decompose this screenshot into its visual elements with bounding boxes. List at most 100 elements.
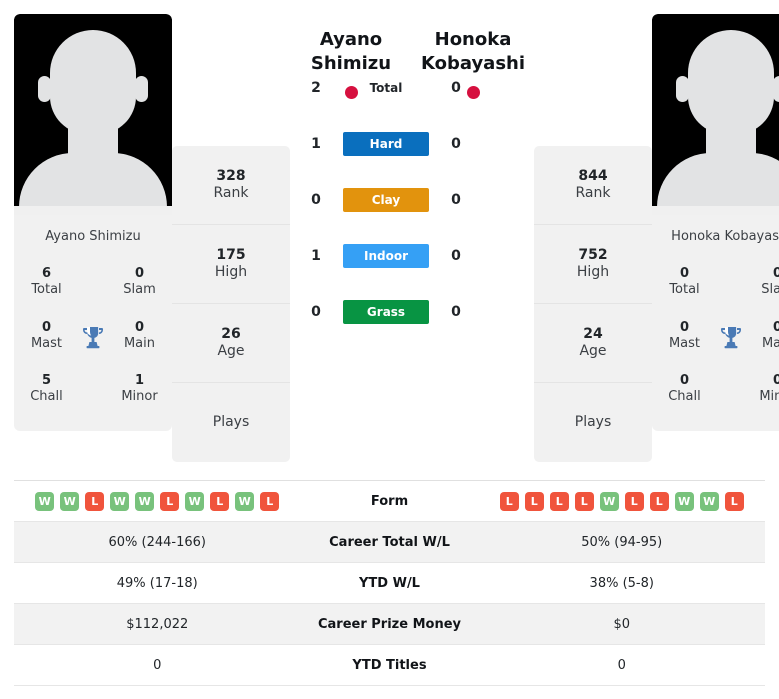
titles-grid-left: 6 Total 0 Slam 0 Mast 0 Main 5 Chall 1 M… xyxy=(14,256,172,431)
h2h-row-hard: 1 Hard 0 xyxy=(305,116,467,172)
titles-chall-right: 0 Chall xyxy=(658,363,711,417)
player-first-name-right: Honoka xyxy=(434,29,512,50)
form-badge-win: W xyxy=(235,491,255,511)
h2h-grass-left: 0 xyxy=(311,304,321,320)
stat-age-value-right: 24 xyxy=(583,325,603,342)
form-badge-win: W xyxy=(185,491,205,511)
table-label-ytd-wl: YTD W/L xyxy=(359,575,420,591)
titles-minor-label-left: Minor xyxy=(121,389,158,405)
titles-slam-right: 0 Slam xyxy=(751,256,779,310)
titles-total-label-left: Total xyxy=(31,281,62,297)
form-badge-loss: L xyxy=(210,491,230,511)
surface-label-total: Total xyxy=(369,81,403,95)
form-badge-loss: L xyxy=(260,491,280,511)
titles-minor-value-right: 0 xyxy=(772,373,779,389)
titles-mast-label-right: Mast xyxy=(668,335,701,351)
player-name-left-small: Ayano Shimizu xyxy=(45,229,141,244)
table-row-ytd-wl: 49% (17-18) YTD W/L 38% (5-8) xyxy=(14,563,765,604)
form-badge-win: W xyxy=(674,491,694,511)
form-badges-right: LLLLWLLWWL xyxy=(499,491,744,511)
form-badge-win: W xyxy=(60,491,80,511)
avatar-right xyxy=(652,14,779,215)
flag-japan-icon xyxy=(466,86,480,100)
surface-badge-hard[interactable]: Hard xyxy=(343,132,429,156)
table-row-ytd-titles: 0 YTD Titles 0 xyxy=(14,645,765,686)
titles-total-right: 0 Total xyxy=(658,256,711,310)
stat-high-value-left: 175 xyxy=(216,246,246,263)
h2h-indoor-right: 0 xyxy=(451,248,461,264)
titles-total-label-right: Total xyxy=(669,281,700,297)
form-badge-loss: L xyxy=(724,491,744,511)
player-card-left[interactable]: Ayano Shimizu 6 Total 0 Slam 0 Mast 0 Ma… xyxy=(14,14,172,432)
form-left: WWLWWLWLWL xyxy=(14,491,301,511)
ytd-titles-left: 0 xyxy=(153,657,162,673)
avatar-ear-left xyxy=(38,76,51,102)
stat-rank-right: 844 Rank xyxy=(534,146,652,225)
stat-age-label-left: Age xyxy=(217,343,245,359)
ytd-titles-right: 0 xyxy=(617,657,626,673)
titles-chall-value-left: 5 xyxy=(41,373,52,389)
stat-high-value-right: 752 xyxy=(578,246,608,263)
stat-plays-label-left: Plays xyxy=(212,413,250,430)
ytd-wl-left: 49% (17-18) xyxy=(116,575,198,591)
titles-minor-left: 1 Minor xyxy=(113,363,166,417)
h2h-total-right: 0 xyxy=(451,80,461,96)
form-badge-loss: L xyxy=(649,491,669,511)
titles-main-value-right: 0 xyxy=(772,319,779,335)
stat-rank-value-left: 328 xyxy=(216,167,246,184)
surface-badge-clay[interactable]: Clay xyxy=(343,188,429,212)
titles-main-left: 0 Main xyxy=(113,310,166,364)
career-wl-right: 50% (94-95) xyxy=(581,534,663,550)
h2h-row-total: 2 Total 0 xyxy=(305,60,467,116)
stat-age-left: 26 Age xyxy=(172,304,290,383)
h2h-clay-left: 0 xyxy=(311,192,321,208)
titles-slam-label-left: Slam xyxy=(123,281,156,297)
surface-badge-grass[interactable]: Grass xyxy=(343,300,429,324)
trophy-icon xyxy=(73,325,113,349)
table-label-prize-money: Career Prize Money xyxy=(317,616,461,632)
stat-plays-right: Plays xyxy=(534,383,652,462)
avatar-head-shape xyxy=(50,30,136,134)
form-badge-win: W xyxy=(699,491,719,511)
stat-rank-label-right: Rank xyxy=(575,185,611,201)
head-to-head-surfaces: 2 Total 0 1 Hard 0 0 Clay 0 1 Indoor 0 0… xyxy=(305,60,467,340)
table-row-career-wl: 60% (244-166) Career Total W/L 50% (94-9… xyxy=(14,522,765,563)
h2h-indoor-left: 1 xyxy=(311,248,321,264)
career-wl-left: 60% (244-166) xyxy=(108,534,207,550)
titles-slam-value-left: 0 xyxy=(134,266,145,281)
titles-mast-right: 0 Mast xyxy=(658,310,711,364)
h2h-row-indoor: 1 Indoor 0 xyxy=(305,228,467,284)
form-badge-win: W xyxy=(110,491,130,511)
h2h-hard-left: 1 xyxy=(311,136,321,152)
table-row-prize-money: $112,022 Career Prize Money $0 xyxy=(14,604,765,645)
form-badges-left: WWLWWLWLWL xyxy=(35,491,280,511)
titles-mast-label-left: Mast xyxy=(30,335,63,351)
form-badge-loss: L xyxy=(499,491,519,511)
form-right: LLLLWLLWWL xyxy=(479,491,766,511)
h2h-grass-right: 0 xyxy=(451,304,461,320)
avatar-ear-right xyxy=(773,76,779,102)
player-card-right[interactable]: Honoka Kobayashi 0 Total 0 Slam 0 Mast xyxy=(652,14,779,432)
prize-money-right: $0 xyxy=(613,616,631,632)
stat-high-label-left: High xyxy=(214,264,248,280)
h2h-row-clay: 0 Clay 0 xyxy=(305,172,467,228)
h2h-hard-right: 0 xyxy=(451,136,461,152)
h2h-clay-right: 0 xyxy=(451,192,461,208)
avatar-ear-left xyxy=(676,76,689,102)
surface-badge-indoor[interactable]: Indoor xyxy=(343,244,429,268)
titles-total-left: 6 Total xyxy=(20,256,73,310)
stat-strip-left: 328 Rank 175 High 26 Age Plays xyxy=(172,146,290,462)
prize-money-left: $112,022 xyxy=(126,616,189,632)
titles-chall-left: 5 Chall xyxy=(20,363,73,417)
titles-slam-value-right: 0 xyxy=(772,266,779,281)
avatar-baseline xyxy=(652,206,779,215)
h2h-row-grass: 0 Grass 0 xyxy=(305,284,467,340)
form-badge-win: W xyxy=(35,491,55,511)
titles-chall-value-right: 0 xyxy=(679,373,690,389)
form-badge-loss: L xyxy=(574,491,594,511)
stat-high-label-right: High xyxy=(576,264,610,280)
table-label-career-wl: Career Total W/L xyxy=(329,534,450,550)
form-badge-loss: L xyxy=(624,491,644,511)
titles-chall-label-left: Chall xyxy=(30,389,63,405)
avatar-left xyxy=(14,14,172,215)
